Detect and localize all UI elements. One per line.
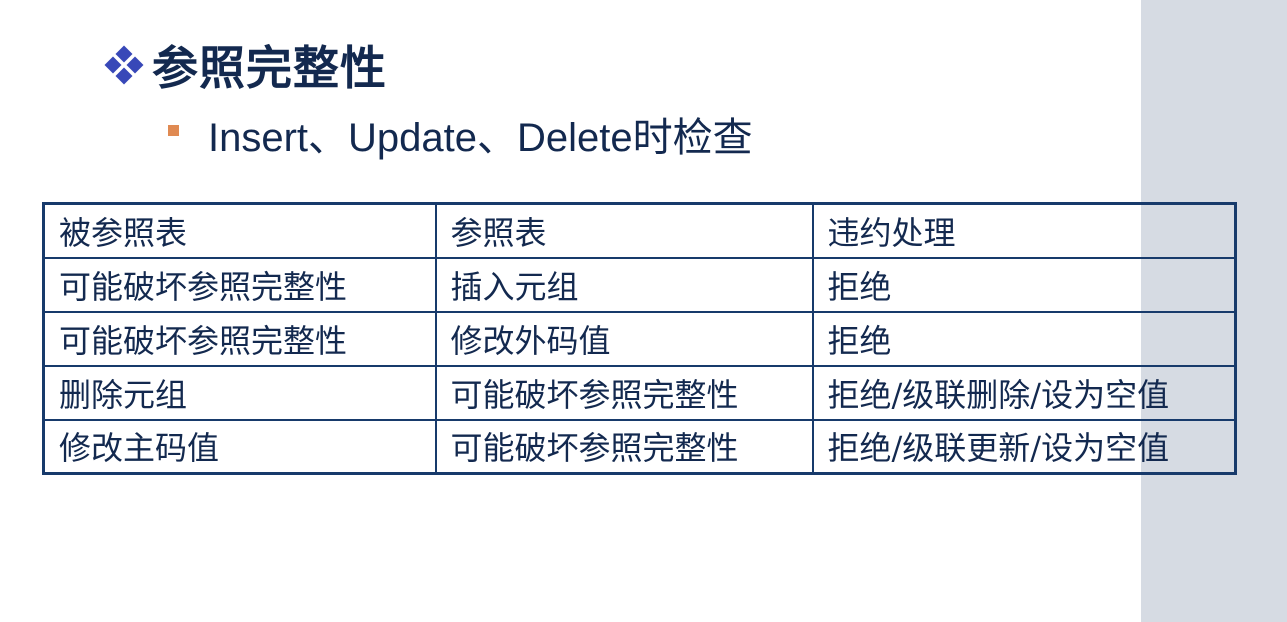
heading-title: 参照完整性 xyxy=(152,41,387,95)
table-cell: 可能破坏参照完整性 xyxy=(42,256,437,313)
table-cell: 拒绝 xyxy=(811,256,1237,313)
table-cell: 拒绝/级联更新/设为空值 xyxy=(811,418,1237,475)
table-cell: 可能破坏参照完整性 xyxy=(434,418,814,475)
table-cell: 删除元组 xyxy=(42,364,437,421)
table-row: 可能破坏参照完整性 插入元组 拒绝 xyxy=(42,256,1237,313)
table-cell: 可能破坏参照完整性 xyxy=(42,310,437,367)
table-header-row: 被参照表 参照表 违约处理 xyxy=(42,202,1237,259)
table-cell: 可能破坏参照完整性 xyxy=(434,364,814,421)
table-row: 删除元组 可能破坏参照完整性 拒绝/级联删除/设为空值 xyxy=(42,364,1237,421)
table-cell: 修改外码值 xyxy=(434,310,814,367)
table-row: 可能破坏参照完整性 修改外码值 拒绝 xyxy=(42,310,1237,367)
header-cell-referenced-table: 被参照表 xyxy=(42,202,437,259)
header-cell-referencing-table: 参照表 xyxy=(434,202,814,259)
table-row: 修改主码值 可能破坏参照完整性 拒绝/级联更新/设为空值 xyxy=(42,418,1237,475)
table-cell: 拒绝/级联删除/设为空值 xyxy=(811,364,1237,421)
table-cell: 修改主码值 xyxy=(42,418,437,475)
square-bullet-icon xyxy=(168,124,179,136)
four-diamond-bullet-icon xyxy=(104,45,144,85)
referential-integrity-table: 被参照表 参照表 违约处理 可能破坏参照完整性 插入元组 拒绝 可能破坏参照完整… xyxy=(42,202,1237,475)
table-cell: 插入元组 xyxy=(434,256,814,313)
slide-heading: 参照完整性 xyxy=(104,34,387,96)
table-cell: 拒绝 xyxy=(811,310,1237,367)
bullet-text: Insert、Update、Delete时检查 xyxy=(208,116,753,160)
bullet-point: Insert、Update、Delete时检查 xyxy=(168,108,753,160)
header-cell-violation-handling: 违约处理 xyxy=(811,202,1237,259)
